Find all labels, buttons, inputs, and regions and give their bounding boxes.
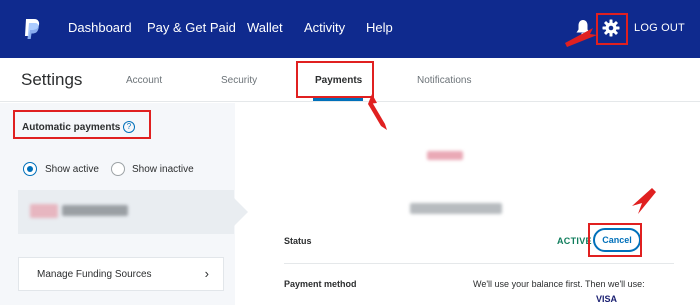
visa-card-logo: VISA (596, 294, 618, 304)
merchant-name-redacted (62, 205, 128, 216)
radio-show-active[interactable] (23, 162, 37, 176)
payment-method-description: We'll use your balance first. Then we'll… (473, 279, 645, 289)
merchant-logo-redacted-detail (427, 151, 463, 160)
logout-link[interactable]: LOG OUT (634, 22, 685, 34)
merchant-logo-redacted (30, 204, 58, 218)
selected-pointer (234, 198, 248, 226)
tab-notifications[interactable]: Notifications (417, 75, 471, 86)
arrow-to-cancel (632, 188, 656, 214)
nav-wallet[interactable]: Wallet (247, 20, 283, 36)
annotation-box-gear (596, 13, 628, 45)
radio-show-inactive[interactable] (111, 162, 125, 176)
merchant-name-redacted-detail (410, 203, 502, 214)
page-title: Settings (21, 70, 83, 89)
merchant-list-item[interactable] (18, 190, 234, 234)
divider (284, 263, 674, 264)
status-label: Status (284, 236, 312, 246)
status-badge: ACTIVE (557, 236, 592, 246)
manage-funding-sources-label: Manage Funding Sources (37, 269, 152, 280)
chevron-right-icon: › (204, 266, 209, 281)
arrow-to-payments (368, 102, 387, 130)
paypal-logo-icon[interactable] (22, 18, 42, 40)
radio-show-inactive-label[interactable]: Show inactive (132, 164, 194, 175)
nav-pay-get-paid[interactable]: Pay & Get Paid (147, 20, 236, 36)
manage-funding-sources-button[interactable]: Manage Funding Sources › (18, 257, 224, 291)
annotation-box-cancel (588, 223, 642, 257)
nav-help[interactable]: Help (366, 20, 393, 36)
nav-dashboard[interactable]: Dashboard (68, 20, 132, 36)
annotation-box-automatic-payments (13, 110, 151, 139)
tab-security[interactable]: Security (221, 75, 257, 86)
active-tab-indicator (313, 98, 363, 101)
annotation-box-payments-tab (296, 61, 374, 98)
bell-icon[interactable] (575, 19, 591, 37)
nav-activity[interactable]: Activity (304, 20, 345, 36)
payment-method-label: Payment method (284, 279, 357, 289)
radio-show-active-label[interactable]: Show active (45, 164, 99, 175)
tab-account[interactable]: Account (126, 75, 162, 86)
top-navigation-bar: Dashboard Pay & Get Paid Wallet Activity… (0, 0, 700, 58)
